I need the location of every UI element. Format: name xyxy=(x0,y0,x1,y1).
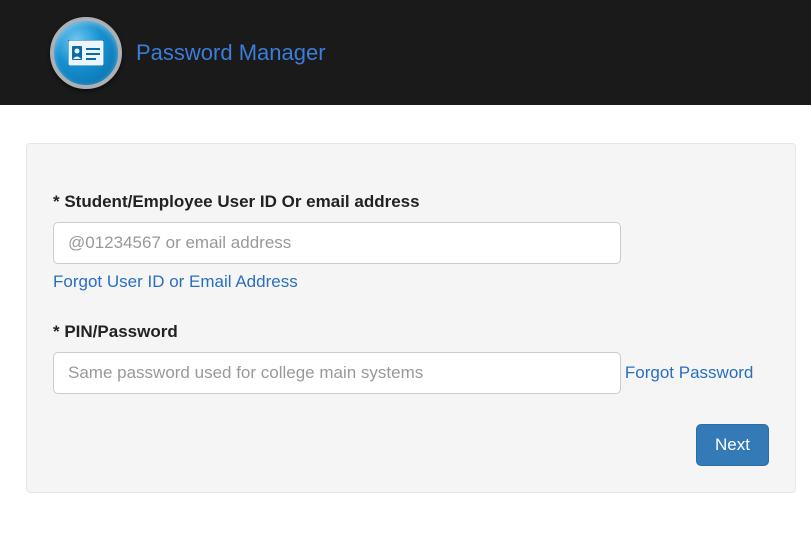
brand: Password Manager xyxy=(50,17,326,89)
next-button[interactable]: Next xyxy=(696,424,769,466)
userid-group: * Student/Employee User ID Or email addr… xyxy=(53,192,769,292)
login-panel: * Student/Employee User ID Or email addr… xyxy=(26,143,796,493)
userid-input[interactable] xyxy=(53,222,621,264)
button-row: Next xyxy=(53,424,769,466)
userid-label: * Student/Employee User ID Or email addr… xyxy=(53,192,769,212)
password-input[interactable] xyxy=(53,352,621,394)
app-header: Password Manager xyxy=(0,0,811,105)
password-group: * PIN/Password Forgot Password xyxy=(53,322,769,394)
id-card-icon xyxy=(50,17,122,89)
password-label: * PIN/Password xyxy=(53,322,769,342)
forgot-password-link[interactable]: Forgot Password xyxy=(625,363,754,383)
app-title: Password Manager xyxy=(136,40,326,66)
forgot-userid-link[interactable]: Forgot User ID or Email Address xyxy=(53,272,298,292)
